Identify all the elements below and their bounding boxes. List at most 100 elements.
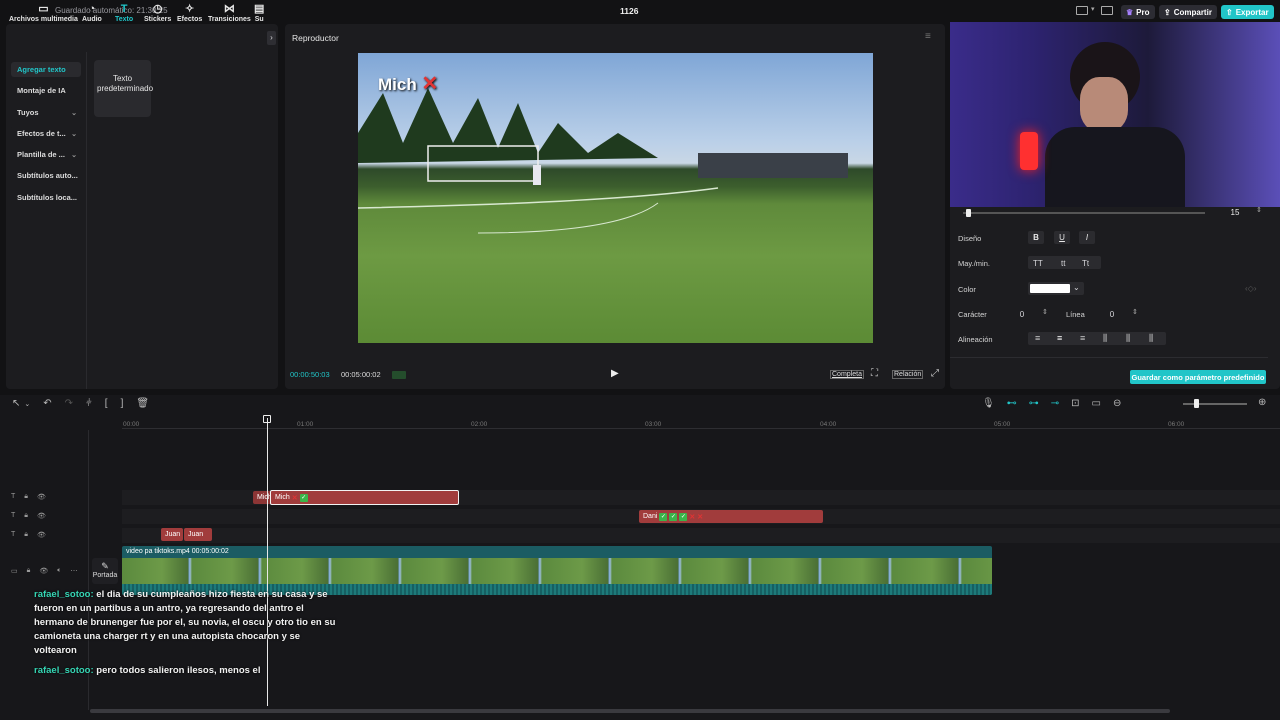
split-icon[interactable]: ⫩	[86, 398, 92, 409]
caption-icon[interactable]: ▭	[1091, 398, 1100, 409]
sidebar-item-auto-subtitles[interactable]: Subtítulos auto...	[11, 168, 81, 183]
tab-effects[interactable]: ✧ Efectos	[177, 3, 202, 23]
lock-icon[interactable]: 🔒︎	[27, 567, 31, 575]
shortcut-icon[interactable]	[1101, 6, 1113, 15]
text-clip-mich[interactable]: Mich ✕ ✓	[270, 490, 459, 505]
playhead-handle[interactable]	[263, 415, 271, 423]
pro-button[interactable]: ♛ Pro	[1121, 5, 1155, 19]
lock-icon[interactable]: 🔒︎	[24, 531, 28, 539]
share-button[interactable]: ⇪ Compartir	[1159, 5, 1217, 19]
ratio-button[interactable]: Relación	[892, 370, 924, 379]
stepper-icon[interactable]: ⇕	[1256, 206, 1262, 214]
color-swatch	[1030, 284, 1070, 293]
playhead[interactable]	[267, 418, 268, 706]
delete-icon[interactable]: 🗑	[136, 398, 149, 409]
text-clip-dani[interactable]: Dani ✓ ✓ ✓ ✕ ✕	[639, 510, 823, 523]
chevron-down-icon[interactable]: ⌄	[24, 400, 30, 409]
bold-button[interactable]: B	[1028, 231, 1044, 244]
char-spacing-value[interactable]: 0	[1015, 310, 1029, 319]
text-clip-juan-1[interactable]: Juan	[161, 528, 183, 541]
sidebar-item-ai-montage[interactable]: Montaje de IA	[11, 83, 81, 98]
zoom-in-icon[interactable]: ⊕	[1258, 397, 1266, 408]
cover-button[interactable]: ✎ Portada	[92, 558, 118, 584]
sidebar-item-local-subtitles[interactable]: Subtítulos loca...	[11, 190, 81, 205]
play-icon[interactable]: ▶	[611, 368, 619, 379]
microphone-icon[interactable]: 🎙	[982, 398, 995, 409]
zoom-out-icon[interactable]: ⊖	[1113, 398, 1121, 409]
text-clip-juan-2[interactable]: Juan	[184, 528, 212, 541]
snap-icon[interactable]: ⊸	[1051, 398, 1059, 409]
tab-media[interactable]: ▭ Archivos multimedia	[9, 3, 78, 23]
undo-icon[interactable]: ↶	[43, 398, 51, 409]
video-clip-label: video pa tiktoks.mp4 00:05:00:02	[126, 548, 229, 555]
magnet-icon[interactable]: ⊷	[1007, 398, 1017, 409]
stepper-icon[interactable]: ⇕	[1042, 308, 1048, 316]
case-upper-button[interactable]: TT	[1033, 259, 1043, 268]
trim-right-icon[interactable]: ]	[121, 398, 124, 409]
align-top-icon[interactable]: ⫼	[1103, 333, 1107, 344]
slider-track[interactable]	[963, 212, 1205, 214]
case-title-button[interactable]: Tt	[1082, 259, 1089, 268]
tab-audio[interactable]: ◔ Audio	[82, 3, 102, 23]
more-icon[interactable]: ⋯	[70, 567, 77, 575]
sidebar-item-yours[interactable]: Tuyos ⌄	[11, 105, 81, 120]
italic-button[interactable]: I	[1079, 231, 1095, 244]
layout-icon[interactable]	[1076, 6, 1088, 15]
zoom-handle[interactable]	[1194, 399, 1199, 408]
line-spacing-value[interactable]: 0	[1105, 310, 1119, 319]
slider-handle[interactable]	[966, 209, 971, 217]
sidebar-item-templates[interactable]: Plantilla de ... ⌄	[11, 147, 81, 162]
slider-value[interactable]: 15	[1218, 208, 1252, 217]
underline-button[interactable]: U	[1054, 231, 1070, 244]
align-bottom-icon[interactable]: ⫼	[1149, 333, 1153, 344]
stepper-icon[interactable]: ⇕	[1132, 308, 1138, 316]
video-thumbnails	[122, 558, 992, 584]
select-tool-icon[interactable]: ↖	[12, 398, 20, 409]
default-text-card[interactable]: Texto predeterminado	[94, 60, 153, 117]
trim-left-icon[interactable]: [	[105, 398, 108, 409]
eye-icon[interactable]: 👁︎	[39, 567, 48, 575]
tab-subtitles[interactable]: ▤ Su	[254, 3, 264, 23]
lock-icon[interactable]: 🔒︎	[24, 493, 28, 501]
video-preview[interactable]: Mich ✕	[358, 53, 873, 343]
check-mark-icon: ✓	[299, 493, 308, 502]
eye-icon[interactable]: 👁︎	[37, 531, 46, 539]
zoom-slider[interactable]	[1183, 403, 1247, 405]
sidebar-item-add-text[interactable]: Agregar texto	[11, 62, 81, 77]
fit-icon[interactable]: ⛶	[871, 368, 878, 379]
tab-transitions[interactable]: ⋈ Transiciones	[208, 3, 251, 23]
save-preset-button[interactable]: Guardar como parámetro predefinido	[1130, 370, 1266, 384]
color-picker[interactable]: ⌄	[1028, 282, 1084, 295]
audio-icon[interactable]: 🔈︎	[57, 567, 61, 575]
export-button[interactable]: ⇧ Exportar	[1221, 5, 1274, 19]
menu-icon[interactable]: ≡	[925, 31, 931, 42]
tab-label: Transiciones	[208, 16, 251, 23]
fullscreen-icon[interactable]: ⤢	[931, 368, 939, 379]
keyframe-icon[interactable]: ‹◇›	[1245, 284, 1256, 293]
lock-icon[interactable]: 🔒︎	[24, 512, 28, 520]
align-center-icon[interactable]: ≡	[1057, 333, 1062, 343]
case-lower-button[interactable]: tt	[1061, 259, 1065, 268]
redo-icon[interactable]: ↷	[65, 398, 73, 409]
tabs-scroll-right-icon[interactable]: ›	[267, 31, 276, 45]
horizontal-scrollbar[interactable]	[90, 709, 1170, 713]
clip-label: Dani	[643, 513, 658, 520]
tab-text[interactable]: T Texto	[115, 3, 133, 23]
align-middle-icon[interactable]: ⫼	[1126, 333, 1130, 344]
preview-axis-icon[interactable]: ⊡	[1071, 398, 1079, 409]
align-left-icon[interactable]: ≡	[1035, 333, 1040, 343]
full-button[interactable]: Completa	[830, 370, 864, 379]
waveform-icon[interactable]	[392, 371, 406, 379]
tab-stickers[interactable]: ◷ Stickers	[144, 3, 171, 23]
overlay-text-caption[interactable]: Mich ✕	[378, 71, 438, 96]
eye-icon[interactable]: 👁︎	[37, 493, 46, 501]
sidebar-item-text-effects[interactable]: Efectos de t... ⌄	[11, 126, 81, 141]
ruler-tick: 06:00	[1168, 421, 1185, 428]
align-right-icon[interactable]: ≡	[1080, 333, 1085, 343]
eye-icon[interactable]: 👁︎	[37, 512, 46, 520]
link-icon[interactable]: ⊶	[1029, 398, 1039, 409]
text-clip-mich-small[interactable]: Mich	[253, 491, 272, 504]
sidebar-item-label: Plantilla de ...	[17, 150, 65, 159]
chevron-down-icon[interactable]: ▾	[1091, 5, 1095, 13]
text-track-icon: T	[11, 512, 16, 519]
